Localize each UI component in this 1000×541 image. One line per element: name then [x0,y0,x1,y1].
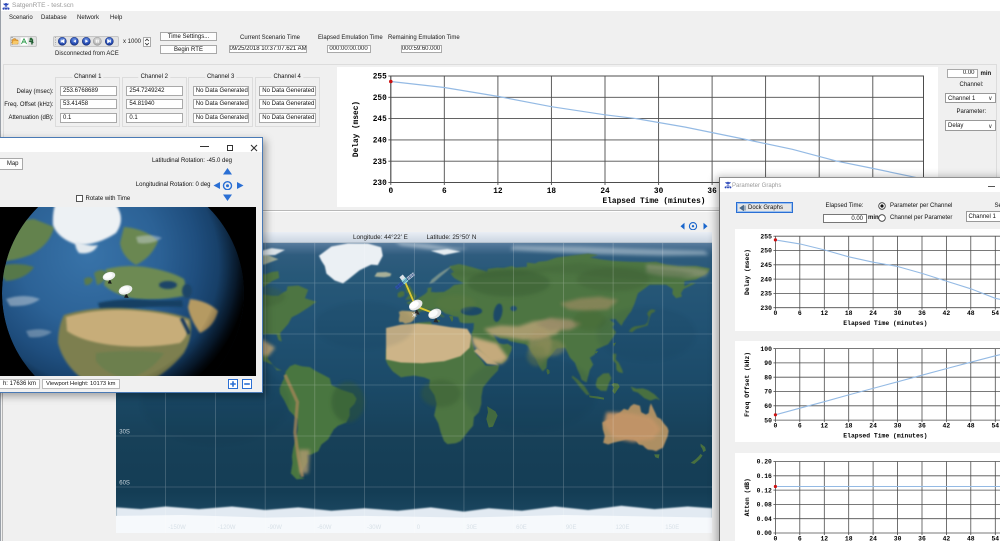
svg-text:255: 255 [373,74,387,82]
svg-text:48: 48 [967,422,975,429]
svg-text:230: 230 [760,304,772,311]
svg-text:24: 24 [869,535,877,541]
svg-text:12: 12 [820,310,828,317]
svg-text:250: 250 [760,247,772,254]
svg-text:90: 90 [764,360,772,367]
svg-text:54: 54 [991,422,999,429]
svg-text:30: 30 [894,310,902,317]
svg-text:36: 36 [918,310,926,317]
svg-text:12: 12 [820,535,828,541]
svg-text:36: 36 [918,535,926,541]
svg-text:80: 80 [764,374,772,381]
svg-text:Atten (dB): Atten (dB) [744,478,751,516]
svg-text:48: 48 [967,310,975,317]
svg-text:0: 0 [773,310,777,317]
svg-text:30E: 30E [466,525,477,531]
svg-text:18: 18 [547,188,557,196]
svg-text:Delay (msec): Delay (msec) [744,249,751,295]
svg-text:60: 60 [764,403,772,410]
svg-text:0.00: 0.00 [756,530,771,537]
svg-text:18: 18 [845,535,853,541]
svg-text:6: 6 [442,188,447,196]
svg-text:42: 42 [942,310,950,317]
svg-text:60E: 60E [516,525,527,531]
svg-text:245: 245 [760,262,772,269]
svg-text:150E: 150E [665,525,679,531]
svg-text:36: 36 [707,188,717,196]
svg-text:50: 50 [764,417,772,424]
svg-text:240: 240 [373,138,387,146]
svg-text:255: 255 [760,233,772,240]
svg-text:6: 6 [798,310,802,317]
svg-text:90E: 90E [565,525,576,531]
svg-text:30: 30 [894,422,902,429]
svg-text:60S: 60S [119,480,130,486]
svg-text:0.08: 0.08 [756,501,771,508]
svg-text:0.20: 0.20 [756,458,771,465]
svg-text:120E: 120E [615,525,629,531]
svg-text:6: 6 [798,422,802,429]
svg-text:24: 24 [600,188,610,196]
svg-text:Elapsed Time (minutes): Elapsed Time (minutes) [843,320,927,327]
svg-text:12: 12 [820,422,828,429]
svg-text:70: 70 [764,389,772,396]
svg-text:-90W: -90W [267,525,282,531]
svg-text:42: 42 [942,535,950,541]
svg-text:6: 6 [798,535,802,541]
svg-text:30: 30 [654,188,664,196]
svg-text:0: 0 [773,535,777,541]
svg-text:-60W: -60W [317,525,332,531]
svg-text:Freq Offset (kHz): Freq Offset (kHz) [744,352,751,417]
svg-text:Elapsed Time (minutes): Elapsed Time (minutes) [603,198,706,206]
svg-text:Delay (msec): Delay (msec) [353,101,361,157]
svg-text:235: 235 [760,290,772,297]
svg-text:-120W: -120W [217,525,235,531]
svg-text:0.16: 0.16 [756,473,771,480]
svg-text:48: 48 [967,535,975,541]
svg-text:30S: 30S [119,429,130,435]
svg-text:-30W: -30W [367,525,382,531]
svg-text:100: 100 [760,346,772,353]
svg-text:18: 18 [845,310,853,317]
svg-text:54: 54 [991,310,999,317]
svg-text:54: 54 [991,535,999,541]
svg-text:245: 245 [373,116,387,124]
svg-text:12: 12 [493,188,503,196]
svg-text:30: 30 [894,535,902,541]
svg-text:0.12: 0.12 [756,487,771,494]
svg-text:0.04: 0.04 [756,516,771,523]
svg-text:250: 250 [373,95,387,103]
svg-text:0: 0 [773,422,777,429]
svg-text:24: 24 [869,422,877,429]
svg-text:42: 42 [942,422,950,429]
svg-text:24: 24 [869,310,877,317]
svg-text:36: 36 [918,422,926,429]
svg-text:230: 230 [373,180,387,188]
svg-text:-150W: -150W [168,525,186,531]
svg-text:235: 235 [373,159,387,167]
svg-text:0: 0 [388,188,393,196]
svg-text:240: 240 [760,276,772,283]
svg-text:18: 18 [845,422,853,429]
svg-text:Elapsed Time (minutes): Elapsed Time (minutes) [843,433,927,440]
